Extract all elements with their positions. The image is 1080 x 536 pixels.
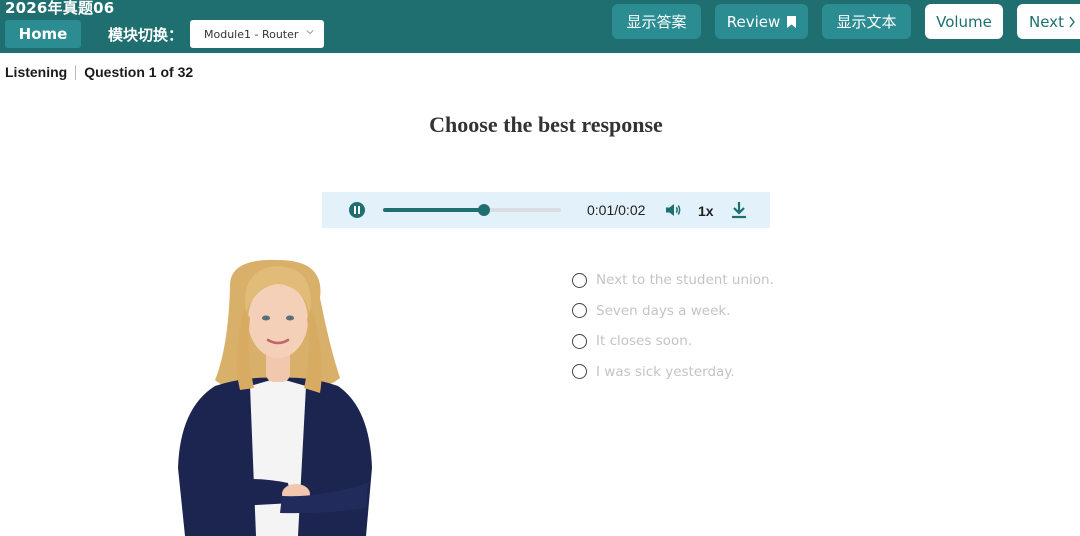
top-bar: 2026年真题06 Home 模块切换： Module1 - Router 显示… (0, 0, 1080, 53)
answer-option-text: I was sick yesterday. (596, 363, 735, 380)
radio-button[interactable] (572, 272, 587, 288)
answer-option-text: It closes soon. (596, 333, 693, 350)
speaker-image (178, 259, 372, 536)
question-counter: Question 1 of 32 (84, 64, 194, 80)
radio-button[interactable] (572, 333, 587, 349)
download-icon[interactable] (730, 200, 748, 220)
answer-options: Next to the student union. Seven days a … (572, 265, 774, 387)
breadcrumb-divider (75, 64, 77, 80)
answer-option[interactable]: I was sick yesterday. (572, 357, 774, 388)
module-select[interactable]: Module1 - Router (190, 20, 324, 48)
answer-option[interactable]: Next to the student union. (572, 265, 774, 296)
audio-player: 0:01/0:02 1x (322, 192, 770, 228)
audio-time: 0:01/0:02 (587, 202, 646, 218)
section-label: Listening (5, 64, 68, 80)
audio-progress-track[interactable] (383, 204, 561, 216)
chevron-right-icon (1069, 16, 1075, 27)
next-button[interactable]: Next (1017, 4, 1080, 39)
bookmark-icon (787, 15, 797, 28)
home-button[interactable]: Home (5, 20, 81, 48)
answer-option[interactable]: It closes soon. (572, 326, 774, 357)
app-title: 2026年真题06 (5, 0, 115, 17)
review-label: Review (726, 12, 781, 31)
volume-icon[interactable] (664, 201, 682, 219)
radio-button[interactable] (572, 303, 587, 319)
chevron-down-icon (306, 30, 314, 35)
audio-progress-handle[interactable] (478, 204, 491, 216)
radio-button[interactable] (572, 364, 587, 380)
review-button[interactable]: Review (715, 4, 808, 39)
question-prompt: Choose the best response (429, 112, 663, 137)
answer-option-text: Seven days a week. (596, 302, 731, 319)
module-select-value: Module1 - Router (204, 27, 299, 41)
breadcrumb: Listening Question 1 of 32 (5, 64, 193, 80)
show-text-button[interactable]: 显示文本 (822, 4, 911, 39)
show-answer-button[interactable]: 显示答案 (612, 4, 701, 39)
pause-icon[interactable] (349, 202, 365, 218)
answer-option-text: Next to the student union. (596, 272, 774, 289)
audio-progress-fill (383, 208, 485, 212)
next-label: Next (1029, 12, 1064, 31)
volume-button[interactable]: Volume (925, 4, 1003, 39)
answer-option[interactable]: Seven days a week. (572, 296, 774, 327)
playback-speed[interactable]: 1x (698, 203, 714, 219)
module-switch-label: 模块切换： (108, 26, 184, 44)
